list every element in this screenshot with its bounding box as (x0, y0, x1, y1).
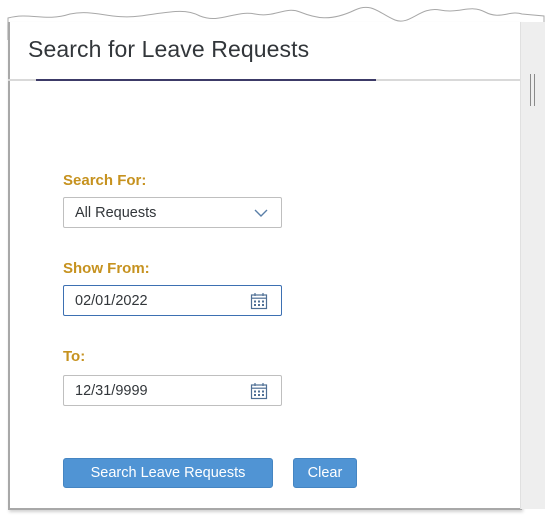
search-for-value: All Requests (75, 205, 157, 221)
scrollbar-grip[interactable] (530, 74, 536, 106)
to-label: To: (63, 348, 86, 365)
page-title: Search for Leave Requests (28, 36, 310, 62)
search-for-select[interactable]: All Requests (63, 197, 282, 228)
clear-button[interactable]: Clear (293, 458, 357, 488)
search-leave-requests-button[interactable]: Search Leave Requests (63, 458, 273, 488)
calendar-icon[interactable] (250, 382, 268, 400)
title-divider (8, 79, 520, 81)
search-for-label: Search For: (63, 172, 147, 189)
calendar-icon[interactable] (250, 292, 268, 310)
show-from-label: Show From: (63, 260, 150, 277)
show-from-date-input[interactable]: 02/01/2022 (63, 285, 282, 316)
show-from-value: 02/01/2022 (75, 293, 148, 309)
to-value: 12/31/9999 (75, 383, 148, 399)
to-date-input[interactable]: 12/31/9999 (63, 375, 282, 406)
vertical-scrollbar[interactable] (520, 22, 545, 509)
title-underline-accent (36, 79, 376, 81)
screenshot-stage: Search for Leave Requests Search For: Al… (0, 0, 546, 518)
chevron-down-icon[interactable] (253, 207, 269, 219)
